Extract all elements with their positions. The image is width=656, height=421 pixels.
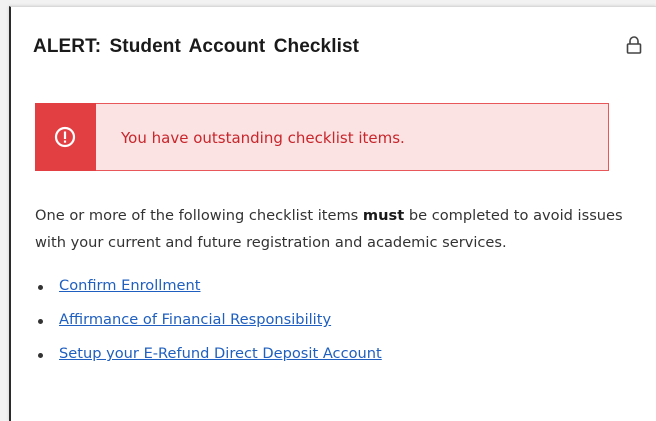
financial-responsibility-link[interactable]: Affirmance of Financial Responsibility bbox=[59, 311, 331, 328]
checklist-description: One or more of the following checklist i… bbox=[35, 202, 635, 256]
list-item: Affirmance of Financial Responsibility bbox=[35, 311, 382, 345]
list-item: Setup your E-Refund Direct Deposit Accou… bbox=[35, 345, 382, 379]
alert-banner: You have outstanding checklist items. bbox=[35, 103, 609, 171]
bullet bbox=[38, 319, 43, 324]
description-emphasis: must bbox=[362, 207, 405, 224]
list-item: Confirm Enrollment bbox=[35, 277, 382, 311]
description-text-start: One or more of the following checklist i… bbox=[35, 207, 363, 224]
checklist-card: ALERT: Student Account Checklist You hav… bbox=[9, 6, 656, 421]
confirm-enrollment-link[interactable]: Confirm Enrollment bbox=[59, 277, 201, 294]
card-header: ALERT: Student Account Checklist bbox=[11, 7, 656, 87]
bullet bbox=[38, 353, 43, 358]
alert-message: You have outstanding checklist items. bbox=[121, 129, 405, 147]
exclamation-circle-icon bbox=[54, 126, 76, 148]
lock-icon bbox=[625, 35, 643, 55]
alert-icon-box bbox=[35, 103, 96, 171]
bullet bbox=[38, 285, 43, 290]
checklist-items: Confirm Enrollment Affirmance of Financi… bbox=[35, 277, 382, 379]
e-refund-setup-link[interactable]: Setup your E-Refund Direct Deposit Accou… bbox=[59, 345, 382, 362]
card-title: ALERT: Student Account Checklist bbox=[33, 36, 360, 57]
